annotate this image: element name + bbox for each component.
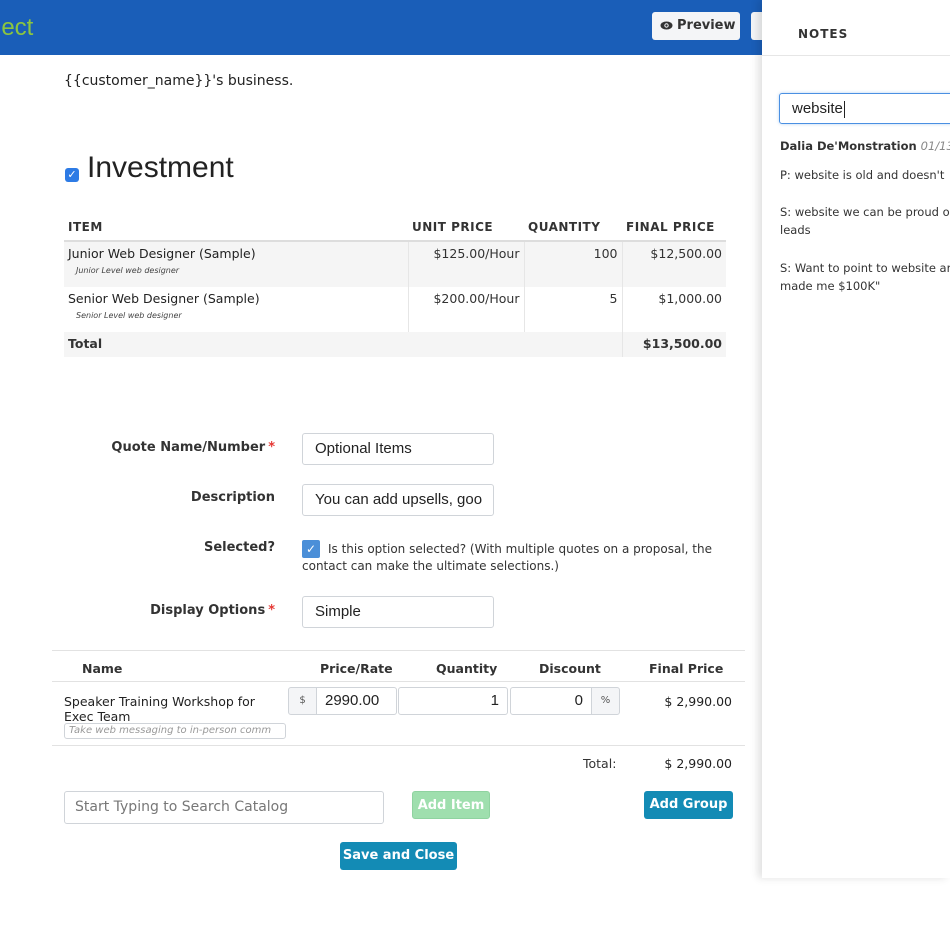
text-caret: [843, 100, 845, 118]
top-header-bar: ject Preview: [0, 0, 765, 55]
col-discount: Discount: [539, 661, 601, 676]
investment-title: Investment: [87, 151, 234, 184]
divider: [762, 55, 950, 56]
notes-title: NOTES: [798, 27, 849, 41]
table-total-row: Total $13,500.00: [64, 332, 726, 357]
col-item: ITEM: [64, 215, 408, 242]
col-price-rate: Price/Rate: [320, 661, 393, 676]
note-text: made me $100K": [780, 279, 881, 293]
eye-icon: [660, 12, 673, 40]
item-unit-price: $125.00/Hour: [407, 241, 524, 287]
selected-label: Selected?: [203, 540, 275, 555]
brand-title: ject: [0, 14, 34, 41]
save-and-close-button[interactable]: Save and Close: [340, 842, 457, 870]
add-group-button[interactable]: Add Group: [644, 791, 733, 819]
total-label: Total: [64, 332, 622, 357]
item-quantity: 5: [523, 287, 622, 332]
total-value: $13,500.00: [621, 332, 726, 357]
line-item-final-price: $ 2,990.00: [664, 694, 732, 709]
preview-button[interactable]: Preview: [652, 12, 740, 40]
quote-name-input[interactable]: Optional Items: [302, 433, 494, 465]
required-marker: *: [268, 440, 275, 455]
item-final-price: $1,000.00: [621, 287, 726, 332]
notes-search-value: website: [792, 100, 843, 117]
discount-input[interactable]: 0: [510, 687, 592, 715]
note-author: Dalia De'Monstration01/13: [780, 139, 950, 153]
currency-addon: $: [288, 687, 317, 715]
description-label: Description: [190, 490, 275, 505]
table-row: Junior Web Designer (Sample) Junior Leve…: [64, 241, 726, 287]
price-input[interactable]: 2990.00: [316, 687, 397, 715]
note-text: S: Want to point to website ar: [780, 261, 950, 275]
line-items-total-value: $ 2,990.00: [664, 756, 732, 771]
item-name: Senior Web Designer (Sample): [68, 291, 260, 306]
preview-button-label: Preview: [677, 18, 736, 33]
col-final-price: Final Price: [649, 661, 724, 676]
percent-addon: %: [591, 687, 620, 715]
item-quantity: 100: [523, 241, 622, 287]
item-final-price: $12,500.00: [621, 241, 726, 287]
notes-search-input[interactable]: website: [779, 93, 950, 124]
investment-checkbox[interactable]: ✓: [65, 168, 79, 182]
display-options-label: Display Options *: [150, 603, 275, 618]
display-options-select[interactable]: Simple: [302, 596, 494, 628]
proposal-editor: {{customer_name}}'s business. ✓ Investme…: [0, 55, 762, 878]
line-item-description-input[interactable]: Take web messaging to in-person comm: [64, 723, 286, 739]
item-unit-price: $200.00/Hour: [407, 287, 524, 332]
note-text: S: website we can be proud o: [780, 205, 950, 219]
add-item-button[interactable]: Add Item: [412, 791, 490, 819]
col-quantity: QUANTITY: [524, 215, 622, 242]
item-name: Junior Web Designer (Sample): [68, 246, 256, 261]
note-text: leads: [780, 223, 811, 237]
note-text: P: website is old and doesn't: [780, 168, 945, 182]
line-items-table: Name Price/Rate Quantity Discount Final …: [52, 650, 745, 747]
line-item-name[interactable]: Speaker Training Workshop for Exec Team: [64, 694, 284, 724]
item-description: Senior Level web designer: [76, 311, 182, 320]
description-input[interactable]: You can add upsells, goo: [302, 484, 494, 516]
selected-checkbox[interactable]: ✓: [302, 540, 320, 558]
col-final-price: FINAL PRICE: [622, 215, 726, 242]
intro-text: {{customer_name}}'s business.: [64, 73, 294, 89]
divider: [52, 681, 745, 682]
table-row: Senior Web Designer (Sample) Senior Leve…: [64, 287, 726, 332]
divider: [52, 745, 745, 746]
quote-name-label: Quote Name/Number *: [111, 440, 275, 455]
col-name: Name: [82, 661, 123, 676]
col-unit-price: UNIT PRICE: [408, 215, 524, 242]
item-description: Junior Level web designer: [76, 266, 180, 275]
notes-panel: NOTES website Dalia De'Monstration01/13 …: [762, 0, 950, 878]
note-date: 01/13: [920, 139, 950, 153]
line-items-total-label: Total:: [583, 756, 617, 771]
col-quantity: Quantity: [436, 661, 498, 676]
catalog-search-input[interactable]: Start Typing to Search Catalog: [64, 791, 384, 824]
required-marker: *: [268, 603, 275, 618]
quantity-input[interactable]: 1: [398, 687, 508, 715]
selected-help-text: Is this option selected? (With multiple …: [302, 542, 712, 573]
investment-table: ITEM UNIT PRICE QUANTITY FINAL PRICE Jun…: [64, 215, 726, 357]
